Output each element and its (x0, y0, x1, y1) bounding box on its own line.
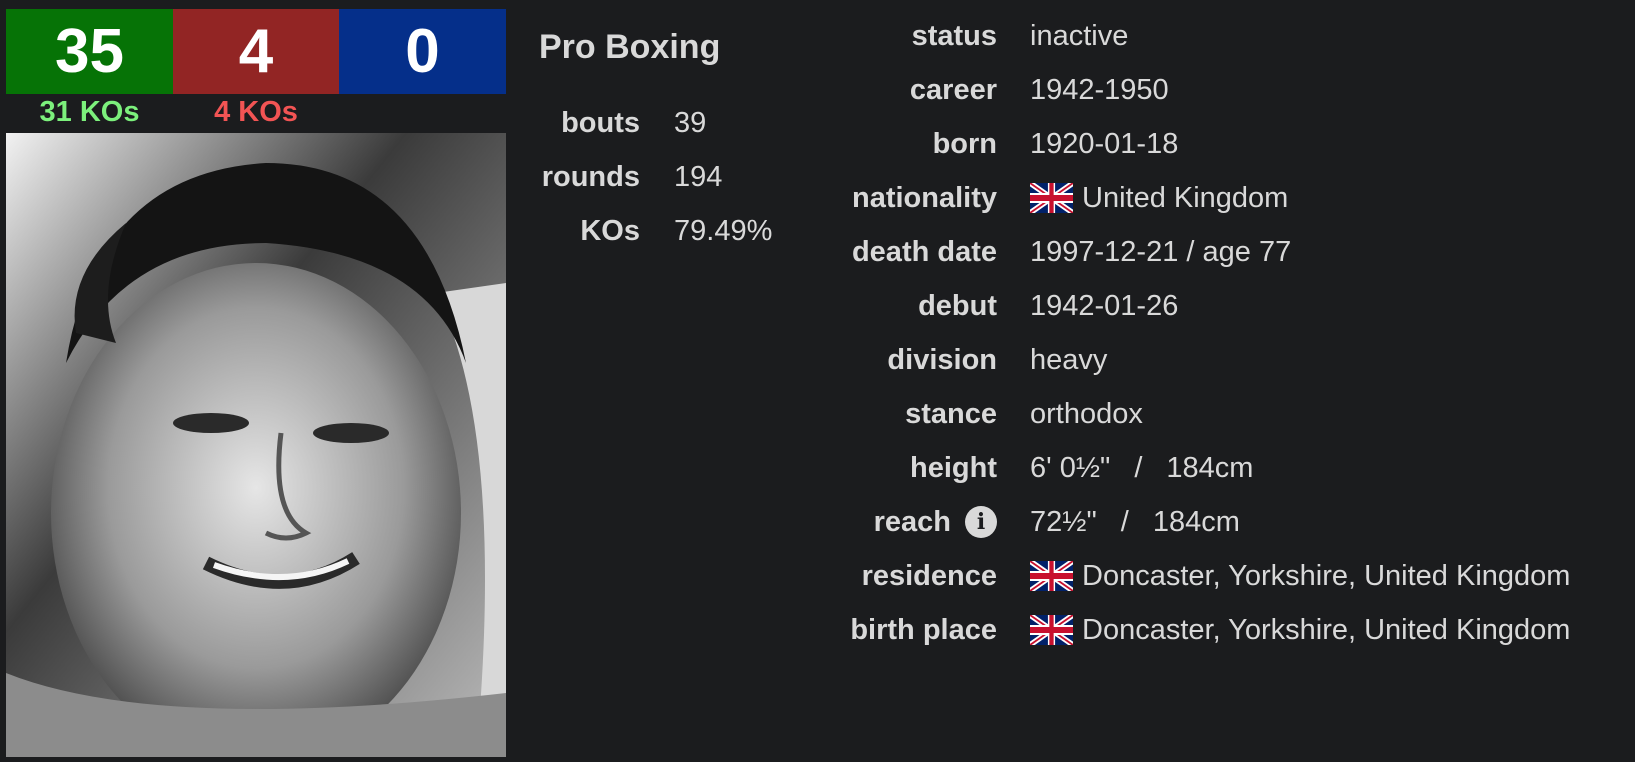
bio-value: inactive (1030, 19, 1129, 52)
bio-row-height: height 6' 0½" / 184cm (780, 441, 1570, 495)
bio-row-birth-place: birth place Doncaster, Yorkshire, United… (780, 603, 1570, 657)
bio-value: 6' 0½" / 184cm (1030, 452, 1253, 485)
pro-stats: bouts 39 rounds 194 KOs 79.49% (520, 96, 773, 258)
separator: / (1134, 451, 1143, 484)
bio-row-residence: residence Doncaster, Yorkshire, United K… (780, 549, 1571, 603)
bio-table: status inactive career 1942-1950 born 19… (780, 9, 1570, 657)
bio-row-reach: reach i 72½" / 184cm (780, 495, 1570, 549)
bio-value: 1942-1950 (1030, 73, 1169, 106)
bio-label: stance (905, 397, 997, 430)
height-imperial: 6' 0½" (1030, 451, 1111, 484)
uk-flag-icon (1030, 615, 1073, 645)
stat-value: 79.49% (674, 214, 773, 247)
bio-label: status (911, 19, 997, 52)
bio-value: orthodox (1030, 397, 1143, 430)
stat-row-bouts: bouts 39 (520, 96, 772, 150)
pro-boxing-title: Pro Boxing (539, 28, 721, 66)
uk-flag-icon (1030, 561, 1073, 591)
stat-label: bouts (561, 106, 640, 139)
stat-row-rounds: rounds 194 (520, 150, 772, 204)
separator: / (1120, 505, 1129, 538)
bio-row-death-date: death date 1997-12-21 / age 77 (780, 225, 1570, 279)
uk-flag-icon (1030, 183, 1073, 213)
bio-label: nationality (851, 181, 997, 214)
nationality-link[interactable]: United Kingdom (1082, 182, 1288, 215)
bio-label: division (887, 343, 997, 376)
residence-link[interactable]: Doncaster, Yorkshire, United Kingdom (1082, 560, 1570, 593)
debut-link[interactable]: 1942-01-26 (1030, 290, 1178, 323)
bio-row-debut: debut 1942-01-26 (780, 279, 1570, 333)
wins-count: 35 (6, 9, 173, 94)
reach-metric: 184cm (1152, 505, 1240, 538)
bio-row-division: division heavy (780, 333, 1570, 387)
bio-value: 1920-01-18 (1030, 127, 1179, 160)
win-kos: 31 KOs (39, 96, 140, 128)
loss-kos: 4 KOs (214, 96, 298, 128)
boxer-photo (6, 133, 506, 757)
reach-label: reach (873, 505, 951, 538)
bio-row-career: career 1942-1950 (780, 63, 1570, 117)
bio-value: 1997-12-21 / age 77 (1030, 235, 1292, 268)
bio-label: birth place (850, 613, 997, 646)
bio-value: United Kingdom (1030, 182, 1288, 215)
bio-row-stance: stance orthodox (780, 387, 1570, 441)
division-link[interactable]: heavy (1030, 344, 1107, 377)
bio-label: height (910, 451, 997, 484)
info-icon[interactable]: i (965, 506, 997, 538)
bio-value: Doncaster, Yorkshire, United Kingdom (1030, 614, 1570, 647)
bio-value: 72½" / 184cm (1030, 506, 1240, 539)
bio-row-nationality: nationality United Kingdom (780, 171, 1570, 225)
stat-label: rounds (541, 160, 640, 193)
losses-count: 4 (173, 9, 339, 94)
bio-label: debut (918, 289, 997, 322)
stat-label: KOs (580, 214, 640, 247)
stat-value: 39 (674, 106, 707, 139)
bio-label: death date (851, 235, 997, 268)
birth-place-link[interactable]: Doncaster, Yorkshire, United Kingdom (1082, 614, 1570, 647)
reach-imperial: 72½" (1030, 505, 1097, 538)
bio-label: reach i (780, 506, 997, 539)
bio-row-status: status inactive (780, 9, 1570, 63)
height-metric: 184cm (1166, 451, 1254, 484)
bio-label: career (909, 73, 997, 106)
record-summary: 35 4 0 (6, 9, 506, 94)
bio-row-born: born 1920-01-18 (780, 117, 1570, 171)
bio-label: born (932, 127, 997, 160)
stat-row-kos: KOs 79.49% (520, 204, 772, 258)
bio-label: residence (861, 559, 997, 592)
stat-value: 194 (674, 160, 723, 193)
bio-value: Doncaster, Yorkshire, United Kingdom (1030, 560, 1570, 593)
draws-count: 0 (339, 9, 506, 94)
